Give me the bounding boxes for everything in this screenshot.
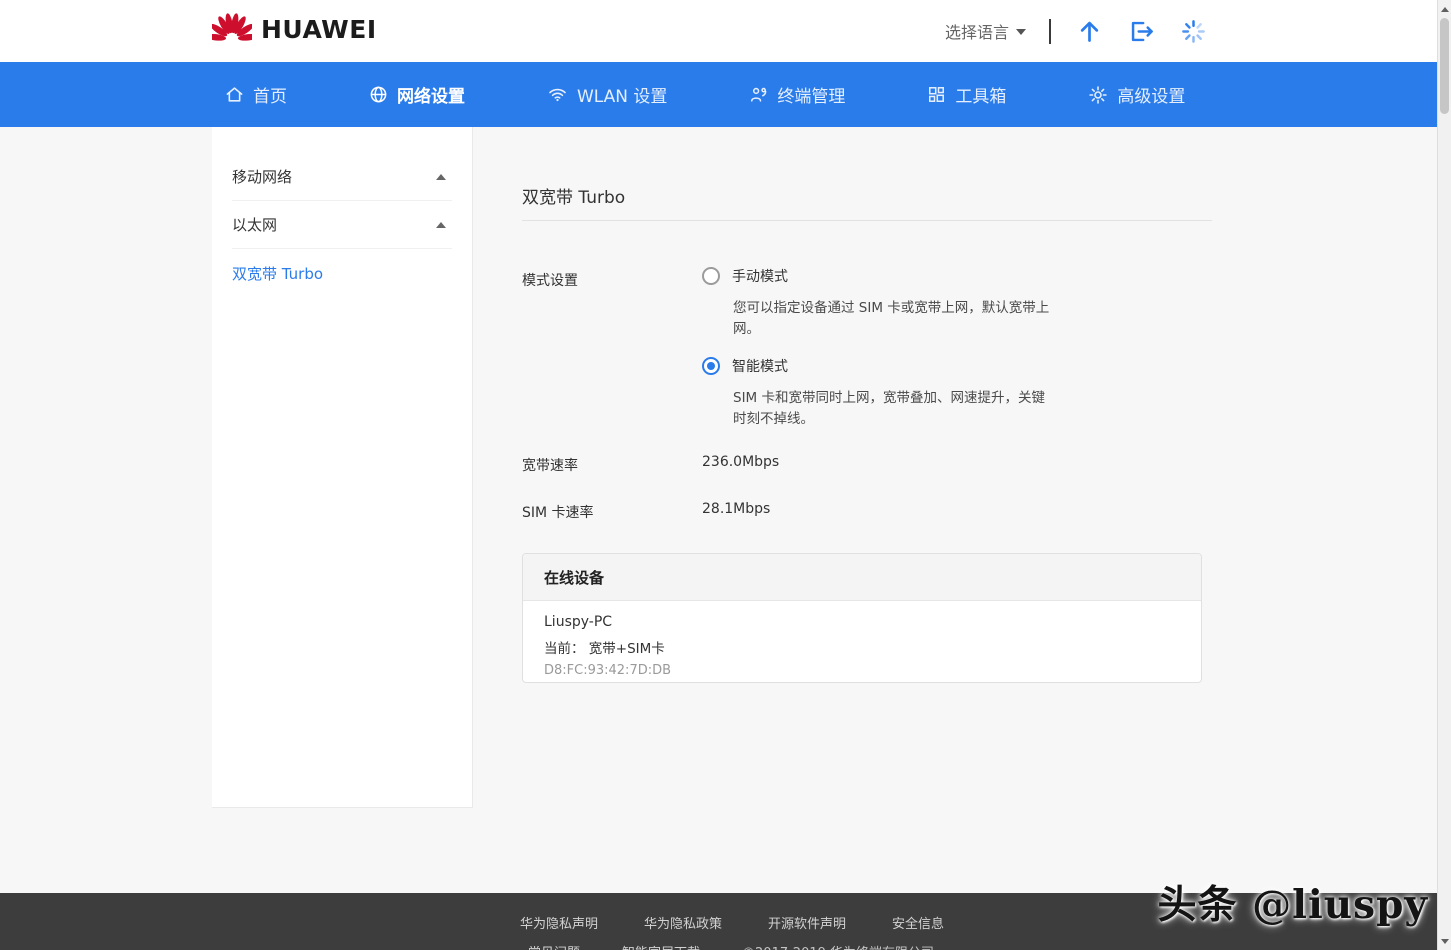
nav-tab-home[interactable]: 首页 [225, 82, 287, 107]
online-devices-card: 在线设备 Liuspy-PC 当前： 宽带+SIM卡 D8:FC:93:42:7… [522, 553, 1202, 683]
refresh-button[interactable] [1178, 16, 1208, 46]
mode-setting-label: 模式设置 [522, 270, 578, 290]
chevron-down-icon [1016, 29, 1026, 35]
toolbox-grid-icon [927, 85, 946, 104]
arrow-up-icon [1076, 18, 1103, 45]
scroll-down-arrow[interactable] [1438, 933, 1451, 949]
radio-selected-icon[interactable] [702, 357, 720, 375]
device-connection-mode: 当前： 宽带+SIM卡 [544, 637, 1180, 657]
sim-rate-value: 28.1Mbps [702, 501, 770, 517]
radio-option-label: 智能模式 [732, 356, 788, 376]
header-divider [1049, 19, 1051, 44]
sidebar: 移动网络 以太网 双宽带 Turbo [212, 127, 473, 808]
radio-unselected-icon[interactable] [702, 267, 720, 285]
nav-tab-label: 首页 [253, 82, 287, 107]
page-title: 双宽带 Turbo [522, 183, 625, 208]
footer-link-security-info[interactable]: 安全信息 [892, 913, 944, 932]
device-mac-address: D8:FC:93:42:7D:DB [544, 663, 1180, 678]
radio-option-manual-mode[interactable]: 手动模式 [702, 266, 788, 286]
online-devices-title: 在线设备 [523, 554, 1201, 601]
top-header: HUAWEI 选择语言 [0, 0, 1437, 62]
language-selector[interactable]: 选择语言 [945, 19, 1026, 43]
language-label: 选择语言 [945, 19, 1009, 43]
sim-rate-label: SIM 卡速率 [522, 502, 594, 522]
home-icon [225, 85, 244, 104]
globe-icon [369, 85, 388, 104]
copyright: ©2017-2019 华为终端有限公司 [742, 942, 934, 950]
triangle-down-icon [1441, 939, 1449, 944]
nav-tab-advanced-settings[interactable]: 高级设置 [1088, 82, 1185, 107]
nav-tab-toolbox[interactable]: 工具箱 [927, 82, 1006, 107]
footer-link-faq[interactable]: 常见问题 [528, 942, 580, 950]
nav-tab-label: 工具箱 [955, 82, 1006, 107]
user-devices-icon [749, 85, 768, 104]
footer-link-privacy-statement[interactable]: 华为隐私声明 [520, 913, 598, 932]
nav-tab-wlan-settings[interactable]: WLAN 设置 [547, 82, 667, 107]
huawei-logo: HUAWEI [212, 13, 377, 45]
scrollbar-thumb[interactable] [1440, 18, 1449, 114]
logout-button[interactable] [1126, 16, 1156, 46]
sidebar-item-dual-wan-turbo[interactable]: 双宽带 Turbo [232, 249, 452, 297]
title-divider [522, 220, 1212, 221]
broadband-rate-value: 236.0Mbps [702, 454, 779, 470]
brand-name: HUAWEI [261, 15, 377, 44]
radio-option-label: 手动模式 [732, 266, 788, 286]
sidebar-group-mobile-network[interactable]: 移动网络 [232, 153, 452, 201]
smart-mode-description: SIM 卡和宽带同时上网，宽带叠加、网速提升，关键时刻不掉线。 [733, 388, 1055, 430]
footer-link-smart-home-download[interactable]: 智能家居下载 [622, 942, 700, 950]
sidebar-group-label: 移动网络 [232, 166, 292, 187]
back-to-top-button[interactable] [1074, 16, 1104, 46]
sidebar-group-label: 以太网 [232, 214, 277, 235]
huawei-flower-icon [212, 13, 252, 45]
nav-tab-label: 高级设置 [1117, 82, 1185, 107]
nav-tab-label: WLAN 设置 [577, 82, 667, 107]
gear-icon [1088, 85, 1108, 105]
nav-tab-network-settings[interactable]: 网络设置 [369, 82, 465, 107]
radio-option-smart-mode[interactable]: 智能模式 [702, 356, 788, 376]
footer-link-open-source[interactable]: 开源软件声明 [768, 913, 846, 932]
nav-tab-label: 终端管理 [777, 82, 845, 107]
footer-links-row2: 常见问题 智能家居下载 ©2017-2019 华为终端有限公司 [0, 942, 1437, 950]
chevron-up-icon [436, 174, 446, 180]
nav-tab-device-management[interactable]: 终端管理 [749, 82, 845, 107]
scroll-up-arrow[interactable] [1438, 1, 1451, 17]
device-entry: Liuspy-PC 当前： 宽带+SIM卡 D8:FC:93:42:7D:DB [523, 601, 1201, 683]
nav-tab-label: 网络设置 [397, 82, 465, 107]
footer-link-privacy-policy[interactable]: 华为隐私政策 [644, 913, 722, 932]
scrollbar[interactable] [1437, 0, 1451, 950]
sidebar-item-label: 双宽带 Turbo [232, 263, 323, 284]
sidebar-group-ethernet[interactable]: 以太网 [232, 201, 452, 249]
main-content: 双宽带 Turbo 模式设置 手动模式 您可以指定设备通过 SIM 卡或宽带上网… [472, 127, 1437, 808]
triangle-up-icon [1441, 7, 1449, 12]
broadband-rate-label: 宽带速率 [522, 455, 578, 475]
wifi-icon [547, 85, 568, 104]
manual-mode-description: 您可以指定设备通过 SIM 卡或宽带上网，默认宽带上网。 [733, 298, 1055, 340]
spinner-icon [1180, 18, 1207, 45]
device-name: Liuspy-PC [544, 614, 1180, 630]
main-nav: 首页 网络设置 WLAN 设置 终端管理 工具箱 高级设置 [0, 62, 1437, 127]
watermark: 头条 @liuspy [1158, 874, 1428, 930]
logout-icon [1128, 18, 1155, 45]
chevron-up-icon [436, 222, 446, 228]
header-actions: 选择语言 [945, 0, 1230, 62]
